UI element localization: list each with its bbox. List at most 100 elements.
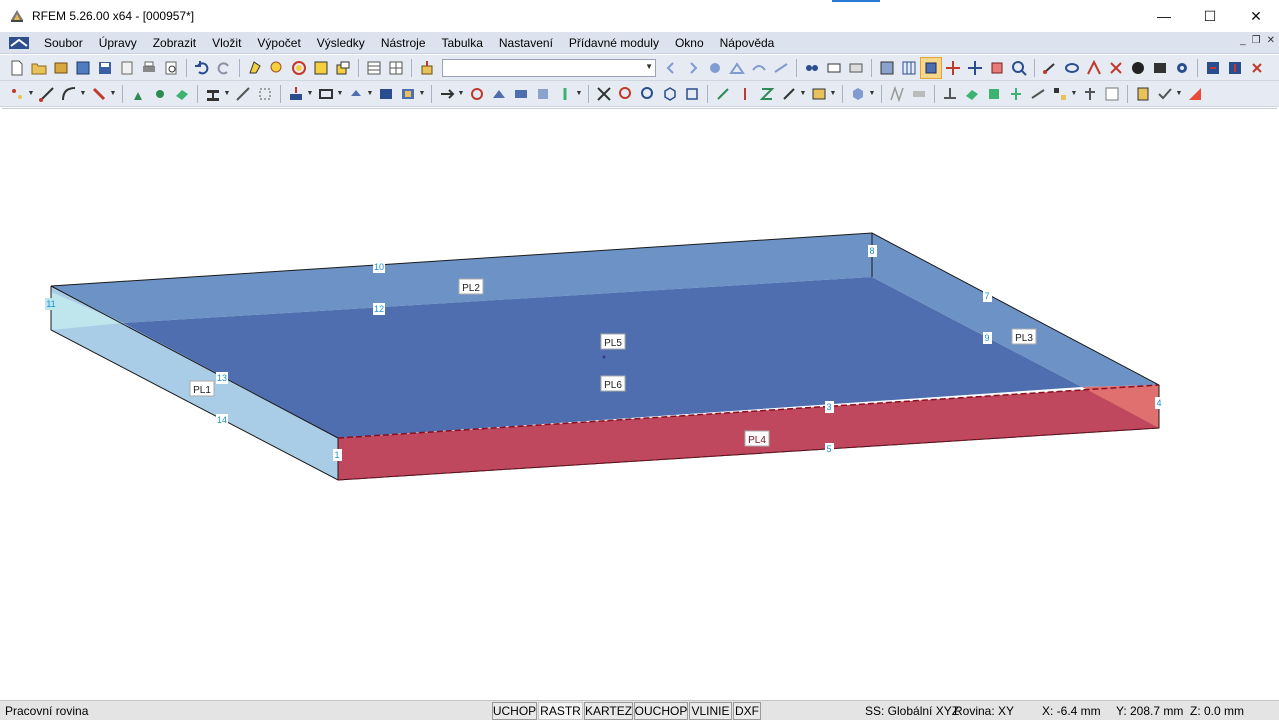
open-model-icon[interactable] (50, 57, 72, 79)
lines-icon[interactable] (1061, 57, 1083, 79)
nodes-icon[interactable] (1039, 57, 1061, 79)
chevron-down-icon[interactable]: ▼ (110, 83, 117, 105)
save-icon[interactable] (94, 57, 116, 79)
select-circle-icon[interactable] (288, 57, 310, 79)
select-polygon-icon[interactable] (244, 57, 266, 79)
document-icon[interactable] (8, 35, 30, 51)
axis-z-icon[interactable] (756, 83, 778, 105)
axis-x-icon[interactable] (712, 83, 734, 105)
status-button-ouchop[interactable]: OUCHOP (634, 702, 688, 720)
project-navigator-icon[interactable] (72, 57, 94, 79)
undo-icon[interactable] (191, 57, 213, 79)
mdi-restore-button[interactable]: ❐ (1252, 35, 1261, 46)
new-member-icon[interactable] (88, 83, 110, 105)
grid-icon[interactable] (898, 57, 920, 79)
select-window-icon[interactable] (266, 57, 288, 79)
menu-zobrazit[interactable]: Zobrazit (145, 36, 204, 50)
connect-lines-icon[interactable] (593, 83, 615, 105)
export-icon[interactable] (1202, 57, 1224, 79)
scale-icon[interactable] (532, 83, 554, 105)
line-label-5[interactable]: 5 (825, 443, 834, 455)
load-line-icon[interactable] (345, 83, 367, 105)
model-data-icon[interactable] (876, 57, 898, 79)
zoom-previous-icon[interactable] (637, 83, 659, 105)
chevron-down-icon[interactable]: ▼ (80, 83, 87, 105)
load-solid-icon[interactable] (397, 83, 419, 105)
label-pl5[interactable]: PL5 (600, 333, 626, 350)
mirror-icon[interactable] (488, 83, 510, 105)
guide-line-icon[interactable] (254, 83, 276, 105)
axis-y-icon[interactable] (734, 83, 756, 105)
chevron-down-icon[interactable]: ▼ (367, 83, 374, 105)
menu-vlozit[interactable]: Vložit (204, 36, 249, 50)
result-values-icon[interactable] (726, 57, 748, 79)
divide-icon[interactable] (554, 83, 576, 105)
dimension-icon[interactable] (232, 83, 254, 105)
load-nodal-icon[interactable] (285, 83, 307, 105)
chevron-down-icon[interactable]: ▼ (1071, 83, 1078, 105)
model-viewport[interactable]: PL2 PL5 PL6 PL1 PL3 PL4 10 12 8 7 9 11 1… (2, 108, 1277, 700)
filter-icon[interactable] (845, 57, 867, 79)
table-grid-icon[interactable] (385, 57, 407, 79)
new-arc-icon[interactable] (58, 83, 80, 105)
line-label-3[interactable]: 3 (825, 401, 834, 413)
member-render-icon[interactable] (1079, 83, 1101, 105)
select-objects-icon[interactable] (332, 57, 354, 79)
isometric-view-icon[interactable] (659, 83, 681, 105)
status-button-kartez[interactable]: KARTEZ (584, 702, 633, 720)
line-label-9[interactable]: 9 (983, 332, 992, 344)
label-pl3[interactable]: PL3 (1011, 328, 1037, 345)
table-icon[interactable] (363, 57, 385, 79)
chevron-down-icon[interactable]: ▼ (419, 83, 426, 105)
load-member-icon[interactable] (315, 83, 337, 105)
solid-render-icon[interactable] (983, 83, 1005, 105)
chevron-down-icon[interactable]: ▼ (1176, 83, 1183, 105)
zoom-window-icon[interactable] (615, 83, 637, 105)
new-node-icon[interactable] (6, 83, 28, 105)
chevron-down-icon[interactable]: ▼ (869, 83, 876, 105)
new-surface-icon[interactable] (171, 83, 193, 105)
view-y-icon[interactable] (964, 57, 986, 79)
next-icon[interactable] (682, 57, 704, 79)
model-graphic[interactable]: PL2 PL5 PL6 PL1 PL3 PL4 10 12 8 7 9 11 1… (2, 109, 1277, 701)
view-x-icon[interactable] (942, 57, 964, 79)
status-button-vlinie[interactable]: VLINIE (689, 702, 732, 720)
line-label-11[interactable]: 11 (45, 298, 57, 310)
chevron-down-icon[interactable]: ▼ (830, 83, 837, 105)
close-button[interactable]: ✕ (1233, 0, 1279, 32)
load-case-combo[interactable]: ▼ (442, 58, 656, 77)
menu-nastaveni[interactable]: Nastavení (491, 36, 561, 50)
previous-icon[interactable] (660, 57, 682, 79)
line-label-14[interactable]: 14 (216, 414, 228, 426)
line-label-7[interactable]: 7 (983, 290, 992, 302)
project-icon[interactable] (510, 83, 532, 105)
status-button-uchop[interactable]: UCHOP (492, 702, 537, 720)
settings-icon[interactable] (1171, 57, 1193, 79)
status-button-rastr[interactable]: RASTR (538, 702, 583, 720)
display-options-icon[interactable] (1049, 83, 1071, 105)
delete-icon[interactable] (1105, 57, 1127, 79)
minimize-button[interactable]: — (1141, 0, 1187, 32)
menu-vypocet[interactable]: Výpočet (249, 36, 308, 50)
label-pl2[interactable]: PL2 (458, 278, 484, 295)
line-render-icon[interactable] (1027, 83, 1049, 105)
support-render-icon[interactable] (1005, 83, 1027, 105)
zoom-all-icon[interactable] (1008, 57, 1030, 79)
animation-icon[interactable] (801, 57, 823, 79)
line-label-12[interactable]: 12 (373, 303, 385, 315)
label-pl6[interactable]: PL6 (600, 375, 626, 392)
maximize-button[interactable]: ☐ (1187, 0, 1233, 32)
display-mode-icon[interactable] (847, 83, 869, 105)
new-cross-section-icon[interactable] (202, 83, 224, 105)
wireframe-icon[interactable] (886, 83, 908, 105)
render-icon[interactable] (1127, 57, 1149, 79)
move-copy-icon[interactable] (436, 83, 458, 105)
redo-icon[interactable] (213, 57, 235, 79)
menu-upravy[interactable]: Úpravy (91, 36, 145, 50)
chevron-down-icon[interactable]: ▼ (28, 83, 35, 105)
result-table-icon[interactable] (1101, 83, 1123, 105)
chevron-down-icon[interactable]: ▼ (307, 83, 314, 105)
new-hinge-icon[interactable] (149, 83, 171, 105)
deformation-icon[interactable] (748, 57, 770, 79)
color-scale-icon[interactable] (1184, 83, 1206, 105)
